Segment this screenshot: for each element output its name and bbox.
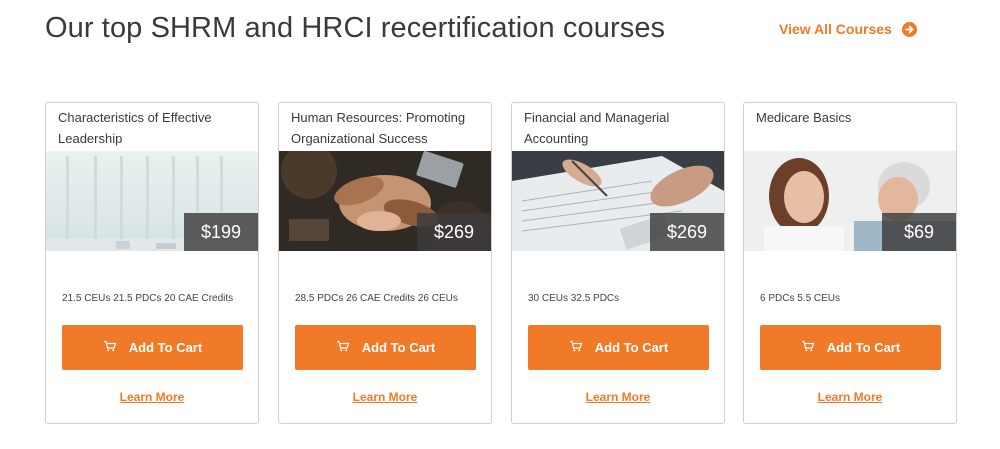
shopping-cart-icon — [336, 340, 350, 355]
learn-more-link[interactable]: Learn More — [744, 390, 956, 404]
course-title: Characteristics of Effective Leadership — [58, 110, 212, 146]
credits-text: 6 PDCs 5.5 CEUs — [760, 293, 841, 304]
page-title: Our top SHRM and HRCI recertification co… — [45, 12, 666, 44]
learn-more-link[interactable]: Learn More — [512, 390, 724, 404]
shopping-cart-icon — [569, 340, 583, 355]
circle-arrow-right-icon — [901, 21, 917, 37]
add-to-cart-label: Add To Cart — [361, 340, 436, 355]
credits-text: 30 CEUs 32.5 PDCs — [528, 293, 620, 304]
add-to-cart-label: Add To Cart — [826, 340, 901, 355]
add-to-cart-button[interactable]: Add To Cart — [760, 325, 941, 370]
course-title: Human Resources: Promoting Organizationa… — [291, 110, 466, 146]
add-to-cart-button[interactable]: Add To Cart — [62, 325, 243, 370]
course-title: Financial and Managerial Accounting — [524, 110, 670, 146]
price-badge: $269 — [417, 213, 491, 251]
course-image-team-hands: $269 — [279, 151, 491, 251]
course-card: Characteristics of Effective Leadership — [45, 102, 259, 424]
shopping-cart-icon — [801, 340, 815, 355]
credits-text: 21.5 CEUs 21.5 PDCs 20 CAE Credits — [62, 293, 234, 304]
course-image-caregiver: $69 — [744, 151, 956, 251]
price-badge: $199 — [184, 213, 258, 251]
course-card: Human Resources: Promoting Organizationa… — [278, 102, 492, 424]
shopping-cart-icon — [103, 340, 117, 355]
course-image-accounting: $269 — [512, 151, 724, 251]
add-to-cart-label: Add To Cart — [594, 340, 669, 355]
credits-text: 28.5 PDCs 26 CAE Credits 26 CEUs — [295, 293, 458, 304]
view-all-courses-label: View All Courses — [779, 21, 892, 37]
course-card: Medicare Basics $69 6 PDCs 5.5 CEUs Add … — [743, 102, 957, 424]
learn-more-link[interactable]: Learn More — [46, 390, 258, 404]
price-badge: $269 — [650, 213, 724, 251]
add-to-cart-button[interactable]: Add To Cart — [295, 325, 476, 370]
add-to-cart-label: Add To Cart — [128, 340, 203, 355]
course-image-office: $199 — [46, 151, 258, 251]
add-to-cart-button[interactable]: Add To Cart — [528, 325, 709, 370]
course-title: Medicare Basics — [756, 110, 852, 125]
price-badge: $69 — [882, 213, 956, 251]
learn-more-link[interactable]: Learn More — [279, 390, 491, 404]
view-all-courses-link[interactable]: View All Courses — [779, 21, 917, 37]
course-card: Financial and Managerial Accounting $269… — [511, 102, 725, 424]
